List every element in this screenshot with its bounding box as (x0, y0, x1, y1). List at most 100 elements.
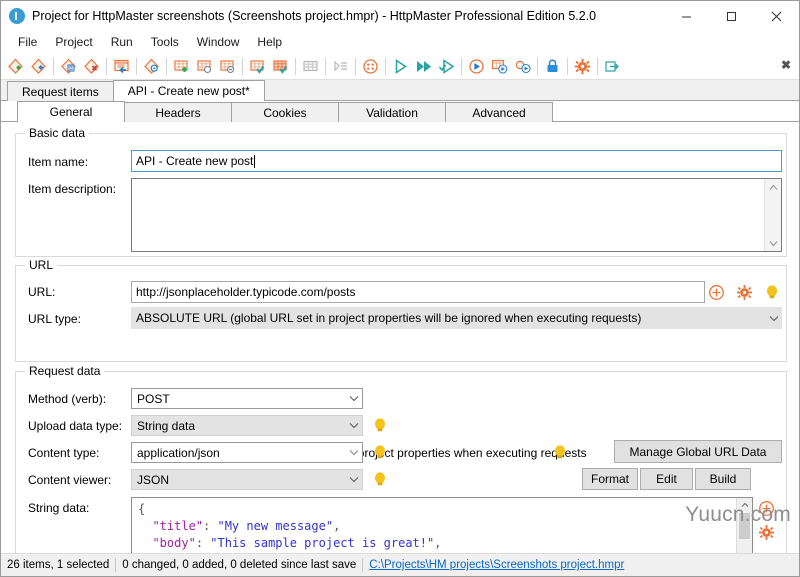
tab-validation[interactable]: Validation (338, 102, 446, 122)
item-name-label: Item name: (28, 155, 89, 169)
run-chain-icon[interactable] (511, 55, 534, 78)
toolbar-separator (385, 57, 386, 75)
add-request-item-icon[interactable] (170, 55, 193, 78)
duplicate-request-item-icon[interactable] (193, 55, 216, 78)
plus-circle-icon[interactable] (708, 284, 725, 301)
text-caret (254, 154, 256, 168)
code-line: "title": "My new message", (152, 519, 341, 533)
code-line: "body": "This sample project is great!", (152, 536, 442, 550)
app-globe-icon (9, 8, 25, 24)
lock-icon[interactable] (541, 55, 564, 78)
url-type-select[interactable]: ABSOLUTE URL (global URL set in project … (131, 307, 782, 329)
string-data-content: { "title": "My new message", "body": "Th… (132, 498, 736, 553)
url-type-label: URL type: (28, 312, 81, 326)
project-properties-icon[interactable] (110, 55, 133, 78)
save-project-icon[interactable] (57, 55, 80, 78)
toolbar-separator (325, 57, 326, 75)
lightbulb-icon[interactable] (373, 471, 387, 487)
open-project-icon[interactable] (27, 55, 50, 78)
menu-help[interactable]: Help (248, 32, 291, 53)
code-line: { (138, 502, 146, 516)
delete-request-item-icon[interactable] (216, 55, 239, 78)
execute-selected-icon[interactable] (435, 55, 458, 78)
export-icon[interactable] (601, 55, 624, 78)
execute-request-icon[interactable] (389, 55, 412, 78)
window-title: Project for HttpMaster screenshots (Scre… (32, 9, 597, 23)
status-project-path-link[interactable]: C:\Projects\HM projects\Screenshots proj… (363, 559, 630, 571)
menu-project[interactable]: Project (46, 32, 101, 53)
format-button[interactable]: Format (582, 468, 638, 490)
edit-button[interactable]: Edit (640, 468, 693, 490)
item-name-input[interactable]: API - Create new post (131, 150, 782, 172)
build-button[interactable]: Build (695, 468, 751, 490)
lightbulb-icon[interactable] (373, 444, 387, 460)
lightbulb-icon[interactable] (765, 284, 779, 300)
scroll-up-icon[interactable] (765, 179, 781, 195)
toolbar-separator (295, 57, 296, 75)
chevron-down-icon (345, 422, 362, 429)
request-tab-strip: Request items API - Create new post* (1, 80, 799, 101)
close-project-icon[interactable] (80, 55, 103, 78)
method-value: POST (137, 391, 170, 406)
upload-data-type-select[interactable]: String data (131, 415, 363, 436)
maximize-button[interactable] (709, 1, 754, 31)
title-bar: Project for HttpMaster screenshots (Scre… (1, 1, 799, 31)
upload-data-type-value: String data (137, 418, 196, 433)
minimize-button[interactable] (664, 1, 709, 31)
gear-icon[interactable] (736, 284, 753, 301)
execute-all-requests-icon[interactable] (412, 55, 435, 78)
status-changes: 0 changed, 0 added, 0 deleted since last… (122, 559, 357, 571)
tab-request-items[interactable]: Request items (7, 81, 114, 101)
new-project-icon[interactable] (4, 55, 27, 78)
tab-cookies[interactable]: Cookies (231, 102, 339, 122)
tab-headers[interactable]: Headers (124, 102, 232, 122)
menu-file[interactable]: File (9, 32, 46, 53)
content-type-select[interactable]: application/json (131, 442, 363, 463)
method-label: Method (verb): (28, 392, 107, 406)
request-editor-panel: General Headers Cookies Validation Advan… (1, 101, 799, 553)
batch-list-icon (329, 55, 352, 78)
close-tab-x-icon[interactable]: ✖ (781, 58, 791, 72)
lightbulb-icon[interactable] (373, 417, 387, 433)
url-value: http://jsonplaceholder.typicode.com/post… (136, 285, 356, 299)
toolbar-separator (597, 57, 598, 75)
run-batch-icon[interactable] (488, 55, 511, 78)
menu-run[interactable]: Run (102, 32, 142, 53)
project-settings-icon[interactable] (140, 55, 163, 78)
tab-api-create-new-post[interactable]: API - Create new post* (112, 80, 265, 101)
select-all-items-icon[interactable] (269, 55, 292, 78)
tab-general[interactable]: General (17, 101, 125, 122)
method-select[interactable]: POST (131, 388, 363, 409)
toolbar-separator (242, 57, 243, 75)
httpmaster-window: Project for HttpMaster screenshots (Scre… (0, 0, 800, 577)
item-description-value (132, 179, 764, 251)
monitor-icon[interactable] (359, 55, 382, 78)
toolbar-separator (355, 57, 356, 75)
item-description-textarea[interactable] (131, 178, 782, 252)
request-data-group-title: Request data (25, 364, 105, 378)
scroll-down-icon[interactable] (765, 235, 781, 251)
menu-tools[interactable]: Tools (142, 32, 188, 53)
run-session-icon[interactable] (465, 55, 488, 78)
editor-tab-strip: General Headers Cookies Validation Advan… (1, 101, 799, 122)
select-items-icon[interactable] (246, 55, 269, 78)
string-data-editor[interactable]: { "title": "My new message", "body": "Th… (131, 497, 753, 553)
general-tab-content: Basic data Item name: API - Create new p… (1, 122, 799, 553)
chevron-down-icon (345, 476, 362, 483)
window-controls (664, 1, 799, 31)
status-items-count: 26 items, 1 selected (7, 559, 110, 571)
item-description-scrollbar[interactable] (764, 179, 781, 251)
watermark: Yuucn.com (685, 503, 791, 526)
basic-data-group-title: Basic data (25, 126, 90, 140)
close-button[interactable] (754, 1, 799, 31)
toolbar-separator (537, 57, 538, 75)
chevron-down-icon (345, 449, 362, 456)
menu-window[interactable]: Window (188, 32, 249, 53)
gear-icon[interactable] (571, 55, 594, 78)
menu-bar: File Project Run Tools Window Help (1, 31, 799, 53)
content-viewer-select[interactable]: JSON (131, 469, 363, 490)
url-input[interactable]: http://jsonplaceholder.typicode.com/post… (131, 281, 705, 303)
upload-data-type-label: Upload data type: (28, 419, 123, 433)
tab-advanced[interactable]: Advanced (445, 102, 553, 122)
status-bar: 26 items, 1 selected 0 changed, 0 added,… (1, 553, 799, 576)
